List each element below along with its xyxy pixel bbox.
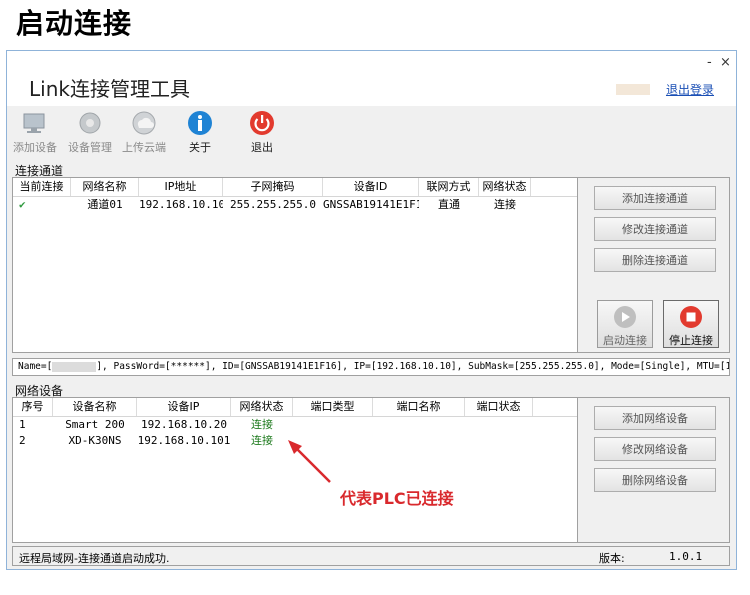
status-bar: 远程局域网-连接通道启动成功. 版本: 1.0.1 [12,546,730,566]
col-mask[interactable]: 子网掩码 [223,178,323,196]
toolbar: 添加设备 设备管理 上传云端 关于 退出 [7,106,736,156]
devices-panel: 序号 设备名称 设备IP 网络状态 端口类型 端口名称 端口状态 1 Smart… [12,397,730,543]
stop-icon [680,306,702,328]
col-port-name[interactable]: 端口名称 [373,398,465,416]
version-label: 版本: [599,552,625,565]
cell-device-name: XD-K30NS [68,434,122,447]
delete-channel-button[interactable]: 删除连接通道 [594,248,716,272]
start-connection-label: 启动连接 [603,334,647,347]
cell-index: 2 [19,434,26,447]
add-device-button[interactable]: 添加网络设备 [594,406,716,430]
status-message: 远程局域网-连接通道启动成功. [19,552,170,565]
col-device-name[interactable]: 设备名称 [53,398,137,416]
toolbar-about[interactable]: 关于 [175,109,225,155]
toolbar-exit[interactable]: 退出 [237,109,287,155]
channels-grid: 当前连接 网络名称 IP地址 子网掩码 设备ID 联网方式 网络状态 ✔ 通道0… [13,178,578,352]
col-net-status[interactable]: 网络状态 [231,398,293,416]
toolbar-device-manage[interactable]: 设备管理 [65,109,115,155]
cell-device-id: GNSSAB19141E1F16 [323,198,419,211]
table-row[interactable]: 2 XD-K30NS 192.168.10.101 连接 [13,433,577,449]
cell-net-status: 连接 [251,434,273,447]
logout-link[interactable]: 退出登录 [666,83,714,97]
delete-device-button[interactable]: 删除网络设备 [594,468,716,492]
toolbar-add-device[interactable]: 添加设备 [10,109,60,155]
col-ip[interactable]: IP地址 [139,178,223,196]
col-status[interactable]: 网络状态 [479,178,531,196]
cell-mode: 直通 [438,198,460,211]
stop-connection-label: 停止连接 [669,334,713,347]
page-heading: 启动连接 [16,7,133,40]
channels-grid-header: 当前连接 网络名称 IP地址 子网掩码 设备ID 联网方式 网络状态 [13,178,577,197]
cell-mask: 255.255.255.0 [229,198,317,211]
edit-channel-button[interactable]: 修改连接通道 [594,217,716,241]
devices-grid-header: 序号 设备名称 设备IP 网络状态 端口类型 端口名称 端口状态 [13,398,577,417]
version-value: 1.0.1 [669,550,703,563]
col-port-type[interactable]: 端口类型 [293,398,373,416]
power-icon [250,111,274,135]
toolbar-upload-cloud[interactable]: 上传云端 [119,109,169,155]
cell-ip: 192.168.10.10 [139,198,223,211]
cell-device-name: Smart 200 [65,418,125,431]
play-icon [614,306,636,328]
table-row[interactable]: ✔ 通道01 192.168.10.10 255.255.255.0 GNSSA… [13,197,577,213]
check-icon: ✔ [19,198,26,211]
stop-connection-button[interactable]: 停止连接 [663,300,719,348]
edit-device-button[interactable]: 修改网络设备 [594,437,716,461]
info-prefix: Name=[ [18,361,53,372]
col-net-name[interactable]: 网络名称 [71,178,139,196]
cell-net-status: 连接 [251,418,273,431]
user-area: 退出登录 [616,81,714,98]
annotation-text: 代表PLC已连接 [340,489,454,508]
add-channel-button[interactable]: 添加连接通道 [594,186,716,210]
name-blur [52,361,97,372]
cloud-upload-icon [132,111,156,135]
cell-index: 1 [19,418,26,431]
app-title: Link连接管理工具 [29,77,190,101]
cell-net-name: 通道01 [87,198,123,211]
user-avatar-blur [616,84,651,95]
connection-info-line: Name=[ ], PassWord=[******], ID=[GNSSAB19… [12,358,730,376]
col-device-ip[interactable]: 设备IP [137,398,231,416]
cell-device-ip: 192.168.10.101 [137,434,231,447]
minimize-button[interactable]: - [707,55,712,70]
cell-status: 连接 [494,198,516,211]
start-connection-button[interactable]: 启动连接 [597,300,653,348]
window-titlebar: Link连接管理工具 - × 退出登录 [7,51,736,106]
info-icon [188,111,212,135]
col-current[interactable]: 当前连接 [13,178,71,196]
channels-panel: 当前连接 网络名称 IP地址 子网掩码 设备ID 联网方式 网络状态 ✔ 通道0… [12,177,730,353]
col-device-id[interactable]: 设备ID [323,178,419,196]
table-row[interactable]: 1 Smart 200 192.168.10.20 连接 [13,417,577,433]
gear-globe-icon [79,112,101,134]
cell-device-ip: 192.168.10.20 [140,418,228,431]
monitor-add-icon [23,113,45,133]
info-rest: ], PassWord=[******], ID=[GNSSAB19141E1F… [96,361,730,372]
close-button[interactable]: × [720,55,731,70]
devices-grid: 序号 设备名称 设备IP 网络状态 端口类型 端口名称 端口状态 1 Smart… [13,398,578,542]
col-port-status[interactable]: 端口状态 [465,398,533,416]
col-mode[interactable]: 联网方式 [419,178,479,196]
col-index[interactable]: 序号 [13,398,53,416]
